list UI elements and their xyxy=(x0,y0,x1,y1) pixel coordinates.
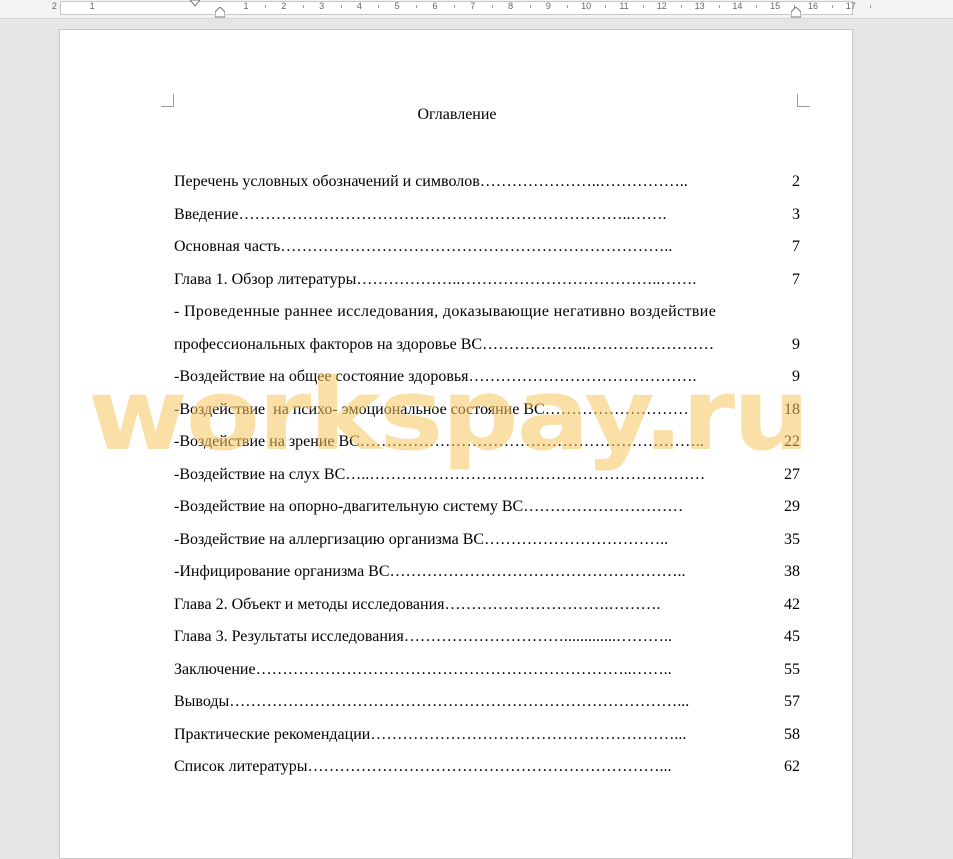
ruler-number: 1 xyxy=(243,1,249,11)
ruler-tick xyxy=(680,5,682,8)
ruler-tick xyxy=(378,5,380,8)
toc-entry[interactable]: Перечень условных обозначений и символов… xyxy=(174,166,800,199)
toc-entry-page: 29 xyxy=(784,498,800,515)
toc-entry-page: 3 xyxy=(792,205,800,223)
ruler-number: 14 xyxy=(732,1,743,11)
ruler-number: 5 xyxy=(394,1,400,11)
toc-entry-text: -Воздействие на общее состояние здоровья… xyxy=(174,368,697,385)
toc-entry-text: -Воздействие на зрение ВС………………………………………… xyxy=(174,433,704,450)
toc-entry[interactable]: -Воздействие на общее состояние здоровья… xyxy=(174,361,800,394)
ruler-number: 2 xyxy=(51,1,57,11)
ruler-tick xyxy=(453,5,455,8)
ruler-number: 9 xyxy=(545,1,551,11)
ruler-tick xyxy=(718,5,720,8)
toc-entry-page: 7 xyxy=(792,238,800,255)
toc-entry-text: Глава 2. Объект и методы исследования………… xyxy=(174,595,661,613)
ruler-tick xyxy=(491,5,493,8)
toc-entry[interactable]: профессиональных факторов на здоровье ВС… xyxy=(174,329,800,362)
ruler-tick xyxy=(831,5,833,8)
toc-entry-page: 2 xyxy=(792,173,800,190)
toc-entry-text: Практические рекомендации………………………………………… xyxy=(174,725,687,743)
ruler-number: 17 xyxy=(845,1,856,11)
toc-entry[interactable]: -Воздействие на зрение ВС………………………………………… xyxy=(174,426,800,459)
toc-entry-page: 9 xyxy=(792,368,800,385)
toc-entry-text: - Проведенные раннее исследования, доказ… xyxy=(174,303,717,320)
toc-entry-text: Перечень условных обозначений и символов… xyxy=(174,173,688,190)
toc-entry-page: 45 xyxy=(784,628,800,645)
hanging-indent-marker[interactable] xyxy=(215,7,225,18)
toc-entry[interactable]: Глава 1. Обзор литературы………………..…………………… xyxy=(174,264,800,297)
ruler-tick xyxy=(529,5,531,8)
ruler-tick xyxy=(642,5,644,8)
ruler-tick xyxy=(756,5,758,8)
toc-entry-text: Основная часть……………………………………………………………….. xyxy=(174,238,677,255)
table-of-contents: Перечень условных обозначений и символов… xyxy=(174,166,800,784)
ruler-tick xyxy=(264,5,266,8)
toc-entry-page: 57 xyxy=(784,693,800,710)
ruler-number: 4 xyxy=(356,1,362,11)
ruler-number: 12 xyxy=(656,1,667,11)
toc-entry[interactable]: -Инфицирование организма ВС…………………………………… xyxy=(174,556,800,589)
toc-entry-page: 7 xyxy=(792,270,800,288)
toc-entry[interactable]: Глава 2. Объект и методы исследования………… xyxy=(174,589,800,622)
right-indent-marker[interactable] xyxy=(791,7,801,18)
ruler-number: 6 xyxy=(432,1,438,11)
toc-entry-text: -Воздействие на психо- эмоциональное сос… xyxy=(174,400,689,418)
toc-entry-text: -Воздействие на аллергизацию организма В… xyxy=(174,530,669,548)
toc-entry-page: 42 xyxy=(784,595,800,613)
toc-entry-text: -Инфицирование организма ВС…………………………………… xyxy=(174,563,686,580)
toc-entry-page: 22 xyxy=(784,433,800,450)
ruler-number: 13 xyxy=(694,1,705,11)
ruler-number: 10 xyxy=(581,1,592,11)
toc-entry-text: Заключение……………………………………………………………..…….. xyxy=(174,660,672,678)
toc-entry-text: Глава 1. Обзор литературы………………..…………………… xyxy=(174,270,697,288)
toc-entry-page: 18 xyxy=(784,400,800,418)
ruler-tick xyxy=(605,5,607,8)
ruler-tick xyxy=(302,5,304,8)
ruler-number: 2 xyxy=(281,1,287,11)
toc-entry-page: 27 xyxy=(784,465,800,483)
first-line-indent-marker[interactable] xyxy=(190,0,200,7)
ruler-number: 7 xyxy=(470,1,476,11)
ruler-tick xyxy=(340,5,342,8)
toc-entry-text: Глава 3. Результаты исследования……………………… xyxy=(174,628,672,645)
toc-entry-page: 58 xyxy=(784,725,800,743)
ruler-number: 15 xyxy=(770,1,781,11)
toc-entry-text: Выводы…………………………………………………………………………... xyxy=(174,693,690,710)
ruler-number: 8 xyxy=(508,1,514,11)
ruler-tick xyxy=(567,5,569,8)
toc-entry-page: 35 xyxy=(784,530,800,548)
toc-entry-text: Список литературы………………………………………………………….… xyxy=(174,758,672,775)
toc-entry[interactable]: Практические рекомендации………………………………………… xyxy=(174,719,800,752)
document-page[interactable]: Оглавление Перечень условных обозначений… xyxy=(59,29,853,859)
toc-entry[interactable]: -Воздействие на слух ВС…..……………………………………… xyxy=(174,459,800,492)
toc-heading: Оглавление xyxy=(417,106,497,123)
toc-entry-page: 55 xyxy=(784,660,800,678)
toc-entry[interactable]: Глава 3. Результаты исследования……………………… xyxy=(174,621,800,654)
toc-entry[interactable]: Введение………………………………………………………………..……. 3 xyxy=(174,199,800,232)
toc-entry[interactable]: -Воздействие на психо- эмоциональное сос… xyxy=(174,394,800,427)
ruler-tick xyxy=(869,5,871,8)
toc-entry-text: профессиональных факторов на здоровье ВС… xyxy=(174,335,715,353)
toc-entry-text: Введение………………………………………………………………..……. xyxy=(174,205,667,223)
ruler-tick xyxy=(416,5,418,8)
toc-entry-text: -Воздействие на опорно-двагительную сист… xyxy=(174,498,684,515)
toc-entry[interactable]: - Проведенные раннее исследования, доказ… xyxy=(174,296,800,329)
horizontal-ruler[interactable]: 2 1 1 2 3 4 5 6 7 8 9 10 11 12 13 14 15 16 17 xyxy=(0,0,953,19)
ruler-number: 11 xyxy=(619,1,629,11)
toc-entry-page: 38 xyxy=(784,563,800,580)
ruler-number: 3 xyxy=(319,1,325,11)
toc-entry-page: 9 xyxy=(792,335,800,353)
ruler-number: 1 xyxy=(89,1,95,11)
toc-entry[interactable]: Основная часть………………………………………………………………..… xyxy=(174,231,800,264)
toc-entry[interactable]: Заключение……………………………………………………………..…….. 5… xyxy=(174,654,800,687)
toc-entry[interactable]: Список литературы………………………………………………………….… xyxy=(174,751,800,784)
toc-entry-text: -Воздействие на слух ВС…..……………………………………… xyxy=(174,465,706,483)
toc-entry-page: 62 xyxy=(784,758,800,775)
toc-entry[interactable]: Выводы…………………………………………………………………………... 57 xyxy=(174,686,800,719)
ruler-number: 16 xyxy=(807,1,819,11)
toc-entry[interactable]: -Воздействие на опорно-двагительную сист… xyxy=(174,491,800,524)
toc-entry[interactable]: -Воздействие на аллергизацию организма В… xyxy=(174,524,800,557)
